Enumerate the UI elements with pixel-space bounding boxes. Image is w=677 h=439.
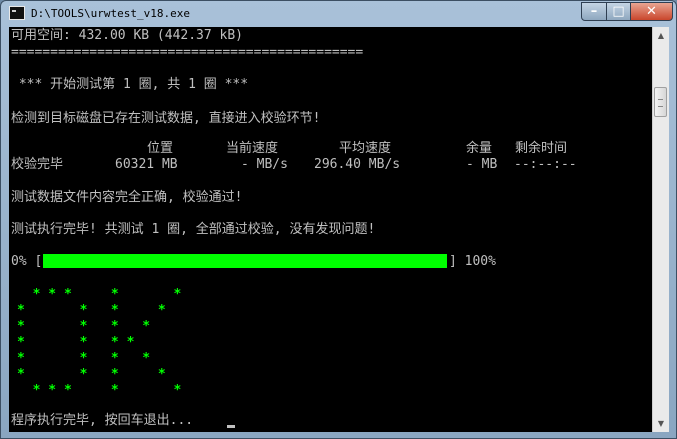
maximize-button[interactable]: □: [606, 2, 631, 21]
ok-art-line: * * * *: [17, 335, 135, 350]
console-output[interactable]: 可用空间: 432.00 KB (442.37 kB) ============…: [9, 27, 652, 432]
exit-prompt: 程序执行完毕, 按回车退出...: [11, 413, 194, 428]
header-position: 位置: [147, 141, 174, 156]
ok-art-line: * * * * *: [17, 383, 182, 398]
ok-art-line: * * * *: [17, 351, 151, 366]
ok-art-line: * * * *: [17, 319, 151, 334]
separator-line: ========================================…: [11, 45, 364, 60]
scrollbar-thumb[interactable]: [654, 87, 667, 117]
progress-start-label: 0% [: [11, 254, 43, 269]
row-position: 60321 MB: [115, 157, 178, 172]
ok-art-line: * * * * *: [17, 287, 182, 302]
progress-bar-fill: [43, 254, 447, 268]
window-title: D:\TOOLS\urwtest_v18.exe: [31, 7, 190, 20]
row-remaining: - MB: [466, 157, 498, 172]
ok-art-line: * * * *: [17, 367, 166, 382]
row-current-speed: - MB/s: [241, 157, 288, 172]
round-header: *** 开始测试第 1 圈, 共 1 圈 ***: [11, 77, 249, 92]
minimize-button[interactable]: –: [581, 2, 607, 21]
scroll-down-icon[interactable]: ▼: [653, 415, 669, 432]
header-remaining: 余量: [466, 141, 493, 156]
progress-end-label: ] 100%: [449, 254, 496, 269]
ok-art-line: * * * *: [17, 303, 166, 318]
close-button[interactable]: ✕: [630, 2, 673, 21]
header-time-left: 剩余时间: [515, 141, 568, 156]
detected-message: 检测到目标磁盘已存在测试数据, 直接进入校验环节!: [11, 111, 321, 126]
row-time-left: --:--:--: [514, 157, 577, 172]
text-cursor: [227, 425, 235, 428]
done-message: 测试执行完毕! 共测试 1 圈, 全部通过校验, 没有发现问题!: [11, 222, 376, 237]
console-window: D:\TOOLS\urwtest_v18.exe – □ ✕ 可用空间: 432…: [0, 0, 677, 439]
console-app-icon: [9, 6, 25, 20]
title-bar[interactable]: D:\TOOLS\urwtest_v18.exe – □ ✕: [1, 1, 676, 27]
header-average-speed: 平均速度: [339, 141, 392, 156]
scroll-up-icon[interactable]: ▲: [653, 27, 669, 44]
header-current-speed: 当前速度: [226, 141, 279, 156]
verify-ok-message: 测试数据文件内容完全正确, 校验通过!: [11, 190, 243, 205]
row-status: 校验完毕: [11, 157, 64, 172]
free-space-line: 可用空间: 432.00 KB (442.37 kB): [11, 28, 244, 43]
vertical-scrollbar[interactable]: ▲ ▼: [652, 27, 669, 432]
row-average-speed: 296.40 MB/s: [314, 157, 401, 172]
